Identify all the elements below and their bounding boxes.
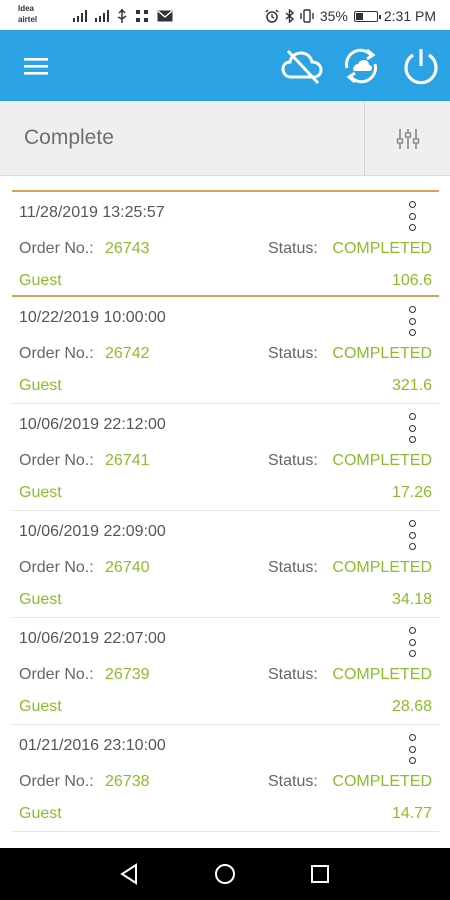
app-bar: [0, 30, 450, 101]
home-icon: [215, 864, 235, 884]
battery-level: [355, 12, 363, 20]
order-amount: 17.26: [391, 484, 432, 501]
filter-sliders-icon: [396, 128, 419, 149]
status-bar-right: 35% 2:31 PM: [265, 6, 436, 26]
sync-icon: [345, 48, 377, 83]
order-amount: 14.77: [391, 805, 432, 822]
order-date: 10/06/2019 22:09:00: [19, 523, 166, 540]
status-icons-left: [73, 7, 173, 25]
status-label: Status:: [268, 240, 318, 257]
order-card[interactable]: 10/22/2019 10:00:00 Order No.: 26742 Status…: [12, 297, 439, 404]
sync-button[interactable]: [334, 30, 388, 101]
carrier-name-2: airtel: [18, 15, 38, 24]
filter-title[interactable]: Complete: [24, 126, 114, 150]
order-card[interactable]: 10/06/2019 22:12:00 Order No.: 26741 Status…: [12, 404, 439, 511]
order-date: 01/21/2016 23:10:00: [19, 737, 166, 754]
order-card[interactable]: 11/28/2019 13:25:57 Order No.: 26743 Status…: [12, 190, 439, 297]
order-number: 26738: [105, 773, 150, 790]
order-number: 26740: [105, 559, 150, 576]
signal-icon: [95, 10, 109, 22]
customer-name: Guest: [19, 805, 62, 822]
more-options-icon[interactable]: [405, 413, 419, 443]
customer-name: Guest: [19, 698, 62, 715]
order-number-label: Order No.:: [19, 345, 94, 362]
order-date: 10/06/2019 22:07:00: [19, 630, 166, 647]
order-status: COMPLETED: [332, 666, 432, 683]
carrier-name-1: Idea: [18, 4, 35, 13]
status-label: Status:: [268, 559, 318, 576]
more-options-icon[interactable]: [405, 627, 419, 657]
order-date: 11/28/2019 13:25:57: [19, 204, 165, 221]
notification-dots-icon: [136, 10, 148, 22]
order-number-label: Order No.:: [19, 666, 94, 683]
status-bar-left: Idea airtel: [18, 2, 173, 28]
power-icon: [404, 48, 438, 84]
order-number-label: Order No.:: [19, 452, 94, 469]
status-label: Status:: [268, 773, 318, 790]
order-status: COMPLETED: [332, 559, 432, 576]
order-number-label: Order No.:: [19, 773, 94, 790]
order-status: COMPLETED: [332, 240, 432, 257]
usb-icon: [117, 9, 127, 23]
back-button[interactable]: [99, 848, 159, 900]
menu-icon: [24, 57, 48, 75]
filter-bar: Complete: [0, 101, 450, 176]
customer-name: Guest: [19, 272, 62, 289]
filter-button[interactable]: [365, 101, 450, 176]
status-label: Status:: [268, 666, 318, 683]
order-date: 10/22/2019 10:00:00: [19, 309, 166, 326]
order-amount: 34.18: [391, 591, 432, 608]
more-options-icon[interactable]: [405, 520, 419, 550]
order-status: COMPLETED: [332, 345, 432, 362]
clock: 2:31 PM: [383, 8, 436, 24]
order-status: COMPLETED: [332, 773, 432, 790]
cloud-off-icon: [281, 49, 323, 84]
order-number: 26741: [105, 452, 150, 469]
more-options-icon[interactable]: [405, 734, 419, 764]
order-date: 10/06/2019 22:12:00: [19, 416, 166, 433]
more-options-icon[interactable]: [405, 306, 419, 336]
battery-icon: [353, 10, 381, 22]
recents-icon: [311, 865, 329, 883]
recents-button[interactable]: [290, 848, 350, 900]
bluetooth-icon: [285, 9, 294, 23]
cloud-off-button[interactable]: [274, 30, 330, 101]
customer-name: Guest: [19, 377, 62, 394]
order-list[interactable]: 11/28/2019 13:25:57 Order No.: 26743 Status…: [12, 190, 439, 848]
customer-name: Guest: [19, 484, 62, 501]
status-label: Status:: [268, 452, 318, 469]
menu-button[interactable]: [10, 30, 62, 101]
customer-name: Guest: [19, 591, 62, 608]
order-number: 26742: [105, 345, 150, 362]
order-card[interactable]: 10/06/2019 22:07:00 Order No.: 26739 Status…: [12, 618, 439, 725]
order-card[interactable]: 01/21/2016 23:10:00 Order No.: 26738 Status…: [12, 725, 439, 832]
alarm-icon: [265, 9, 279, 23]
order-card[interactable]: 10/06/2019 22:09:00 Order No.: 26740 Status…: [12, 511, 439, 618]
order-amount: 28.68: [391, 698, 432, 715]
order-number-label: Order No.:: [19, 240, 94, 257]
back-icon: [120, 863, 137, 885]
order-number-label: Order No.:: [19, 559, 94, 576]
order-status: COMPLETED: [332, 452, 432, 469]
order-number: 26743: [105, 240, 150, 257]
status-bar: Idea airtel 35% 2:31 PM: [0, 0, 450, 30]
signal-icon: [73, 10, 87, 22]
home-button[interactable]: [195, 848, 255, 900]
vibrate-icon: [300, 9, 314, 23]
power-button[interactable]: [394, 30, 448, 101]
order-amount: 321.6: [391, 377, 432, 394]
battery-percent: 35%: [319, 8, 348, 24]
mail-icon: [157, 10, 173, 22]
more-options-icon[interactable]: [405, 201, 419, 231]
order-number: 26739: [105, 666, 150, 683]
status-label: Status:: [268, 345, 318, 362]
order-amount: 106.6: [391, 272, 432, 289]
navigation-bar: [0, 848, 450, 900]
